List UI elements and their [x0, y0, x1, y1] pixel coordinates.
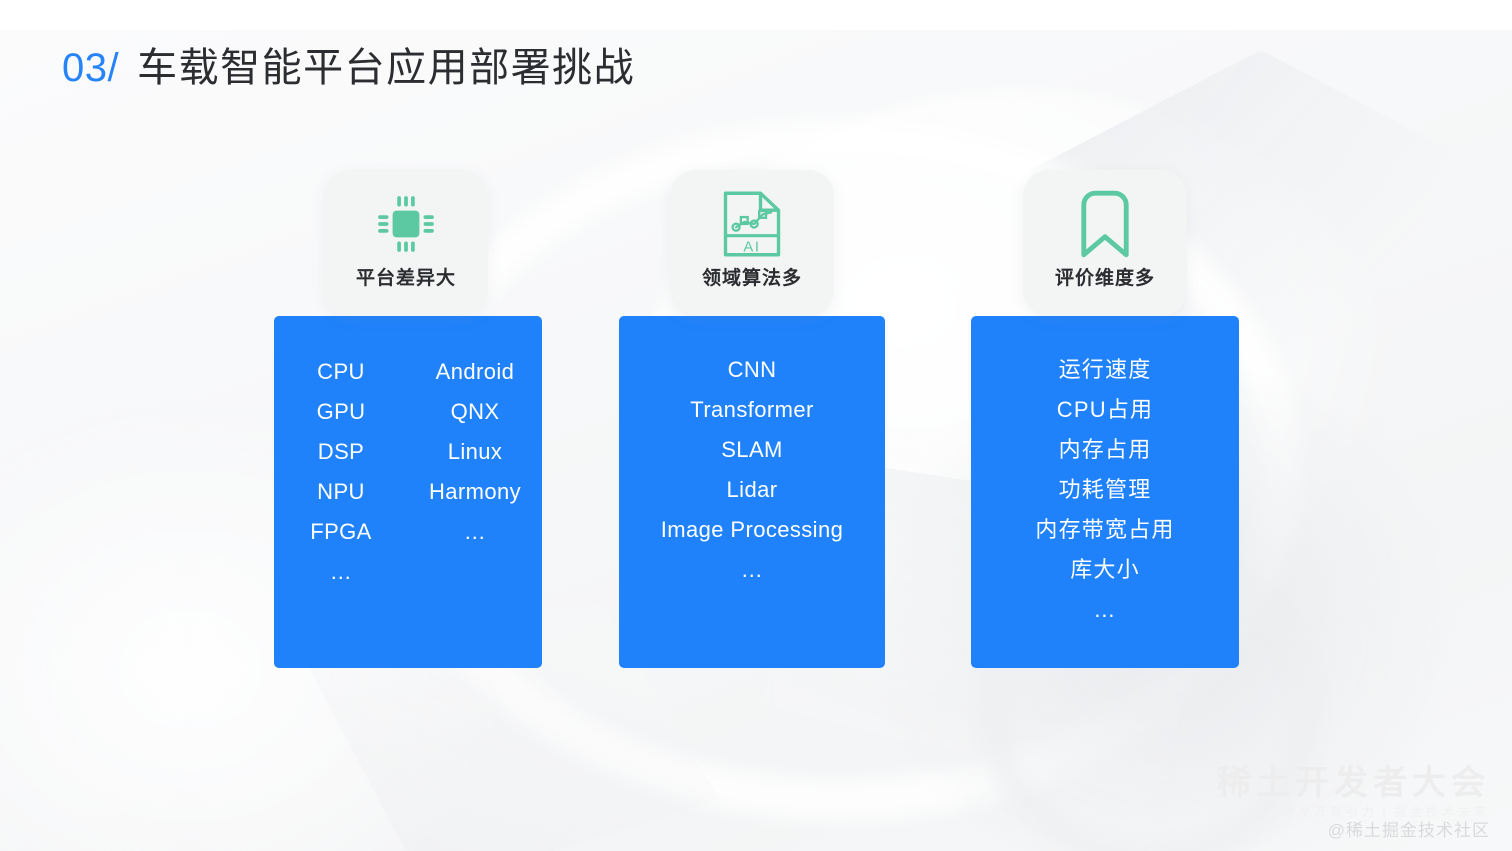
- list-item: CPU: [317, 359, 365, 384]
- list-item: 内存占用: [1058, 437, 1152, 462]
- list-item: 运行速度: [1058, 357, 1152, 382]
- card-3-items: 运行速度 CPU占用 内存占用 功耗管理 内存带宽占用 库大小 …: [971, 350, 1239, 630]
- card-1-body: CPU GPU DSP NPU FPGA … Android QNX Linux…: [274, 316, 542, 668]
- list-item: FPGA: [310, 519, 372, 544]
- card-1-column-left: CPU GPU DSP NPU FPGA …: [274, 352, 408, 592]
- list-item: 内存带宽占用: [1035, 517, 1175, 542]
- slide-root: 03/ 车载智能平台应用部署挑战 CPU GPU DSP NPU FPGA …: [0, 0, 1512, 851]
- watermark-handle: @稀土掘金技术社区: [1327, 821, 1490, 840]
- card-2-items: CNN Transformer SLAM Lidar Image Process…: [619, 350, 885, 590]
- list-item-ellipsis: …: [329, 559, 353, 584]
- card-1-title: 平台差异大: [355, 268, 456, 289]
- slide-canvas: 03/ 车载智能平台应用部署挑战 CPU GPU DSP NPU FPGA …: [0, 30, 1512, 851]
- list-item: Image Processing: [660, 517, 844, 542]
- card-3-header: 评价维度多: [1023, 170, 1187, 316]
- title-heading-text: 车载智能平台应用部署挑战: [137, 46, 636, 90]
- list-item: SLAM: [721, 437, 783, 462]
- list-item: Android: [435, 359, 515, 384]
- list-item: Harmony: [428, 479, 522, 504]
- title-section-number: 03/: [62, 46, 120, 90]
- list-item: CPU占用: [1056, 397, 1154, 422]
- bookmark-icon: [1069, 188, 1141, 260]
- card-1-items: CPU GPU DSP NPU FPGA … Android QNX Linux…: [274, 352, 542, 592]
- list-item: 功耗管理: [1058, 477, 1152, 502]
- ai-document-icon: AI: [716, 188, 788, 260]
- list-item: DSP: [317, 439, 365, 464]
- card-1-column-right: Android QNX Linux Harmony …: [408, 352, 542, 592]
- conference-watermark: 稀土开发者大会 激发万有引力丨掘金技术未来: [1217, 764, 1490, 821]
- card-2-title: 领域算法多: [701, 268, 802, 289]
- page-title: 03/ 车载智能平台应用部署挑战: [62, 48, 635, 88]
- list-item-ellipsis: …: [740, 557, 764, 582]
- card-3-body: 运行速度 CPU占用 内存占用 功耗管理 内存带宽占用 库大小 …: [971, 316, 1239, 668]
- list-item-ellipsis: …: [463, 519, 487, 544]
- list-item: Linux: [447, 439, 503, 464]
- list-item: CNN: [727, 357, 777, 382]
- card-3-title: 评价维度多: [1054, 268, 1155, 289]
- watermark-logo-main: 稀土开发者大会: [1217, 764, 1490, 802]
- ai-label: AI: [743, 240, 760, 256]
- chip-icon: [370, 188, 442, 260]
- list-item: QNX: [450, 399, 500, 424]
- list-item: 库大小: [1070, 557, 1140, 582]
- card-1-header: 平台差异大: [324, 170, 488, 316]
- list-item: GPU: [316, 399, 366, 424]
- card-2-header: AI 领域算法多: [670, 170, 834, 316]
- list-item: Lidar: [726, 477, 778, 502]
- list-item-ellipsis: …: [1093, 597, 1117, 622]
- list-item: Transformer: [690, 397, 814, 422]
- list-item: NPU: [317, 479, 365, 504]
- card-2-body: CNN Transformer SLAM Lidar Image Process…: [619, 316, 885, 668]
